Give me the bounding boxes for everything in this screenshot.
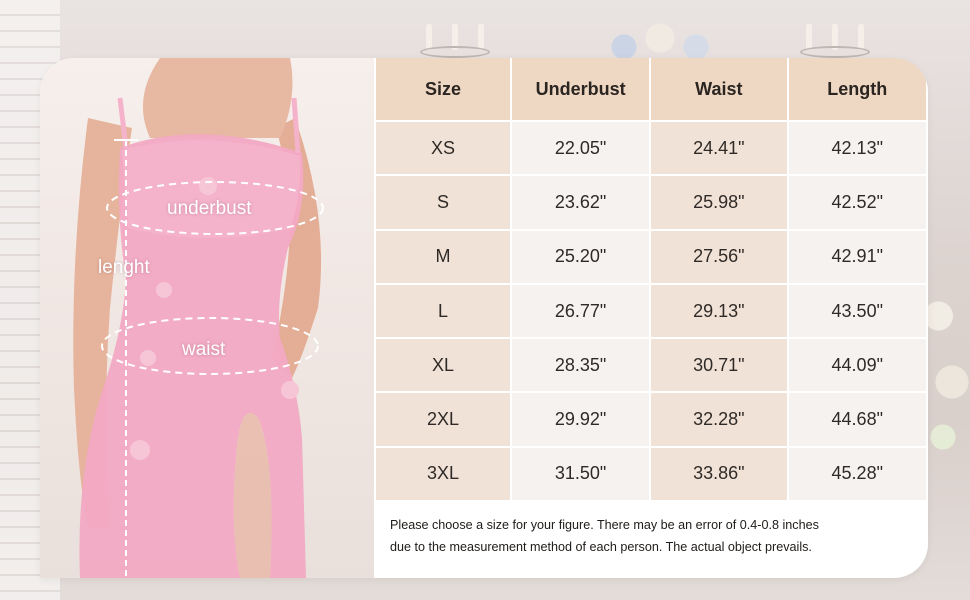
- cell-underbust: 25.20": [512, 230, 650, 283]
- cell-length: 42.13": [788, 122, 926, 175]
- product-photo: underbust lenght waist: [40, 58, 374, 578]
- cell-size: 2XL: [376, 393, 511, 446]
- size-table: Size Underbust Waist Length XS 22.05" 24…: [374, 58, 928, 502]
- cell-size: M: [376, 230, 511, 283]
- size-table-container: Size Underbust Waist Length XS 22.05" 24…: [376, 58, 928, 502]
- cell-underbust: 23.62": [512, 176, 650, 229]
- cell-size: L: [376, 284, 511, 338]
- table-row: L 26.77" 29.13" 43.50": [376, 284, 926, 338]
- table-row: XS 22.05" 24.41" 42.13": [376, 122, 926, 175]
- cell-length: 45.28": [788, 447, 926, 501]
- cell-waist: 32.28": [651, 393, 787, 446]
- table-row: S 23.62" 25.98" 42.52": [376, 176, 926, 229]
- size-note: Please choose a size for your figure. Th…: [390, 514, 910, 558]
- cell-waist: 25.98": [651, 176, 787, 229]
- cell-length: 43.50": [788, 284, 926, 338]
- cell-waist: 30.71": [651, 339, 787, 392]
- size-note-line-1: Please choose a size for your figure. Th…: [390, 518, 819, 532]
- cell-length: 44.09": [788, 339, 926, 392]
- background-flowers-right: [925, 250, 970, 470]
- cell-length: 44.68": [788, 393, 926, 446]
- waist-label: waist: [182, 339, 226, 360]
- cell-underbust: 22.05": [512, 122, 650, 175]
- cell-size: S: [376, 176, 511, 229]
- cell-underbust: 29.92": [512, 393, 650, 446]
- cell-waist: 24.41": [651, 122, 787, 175]
- background-candelabra-left: [410, 0, 500, 60]
- table-row: 2XL 29.92" 32.28" 44.68": [376, 393, 926, 446]
- cell-length: 42.52": [788, 176, 926, 229]
- cell-waist: 33.86": [651, 447, 787, 501]
- table-row: XL 28.35" 30.71" 44.09": [376, 339, 926, 392]
- cell-waist: 27.56": [651, 230, 787, 283]
- header-waist: Waist: [651, 58, 787, 120]
- cell-size: XL: [376, 339, 511, 392]
- header-size: Size: [376, 58, 511, 120]
- background-candelabra-right: [790, 0, 880, 60]
- cell-length: 42.91": [788, 230, 926, 283]
- cell-underbust: 28.35": [512, 339, 650, 392]
- cell-waist: 29.13": [651, 284, 787, 338]
- header-underbust: Underbust: [512, 58, 650, 120]
- length-label: lenght: [98, 257, 150, 278]
- table-row: 3XL 31.50" 33.86" 45.28": [376, 447, 926, 501]
- size-chart-card: underbust lenght waist Size Underbust Wa…: [40, 58, 928, 578]
- size-note-line-2: due to the measurement method of each pe…: [390, 540, 812, 554]
- header-length: Length: [788, 58, 926, 120]
- table-header-row: Size Underbust Waist Length: [376, 58, 926, 120]
- dress-illustration: [73, 58, 324, 578]
- table-row: M 25.20" 27.56" 42.91": [376, 230, 926, 283]
- cell-underbust: 31.50": [512, 447, 650, 501]
- cell-size: 3XL: [376, 447, 511, 501]
- cell-size: XS: [376, 122, 511, 175]
- underbust-label: underbust: [167, 198, 252, 219]
- cell-underbust: 26.77": [512, 284, 650, 338]
